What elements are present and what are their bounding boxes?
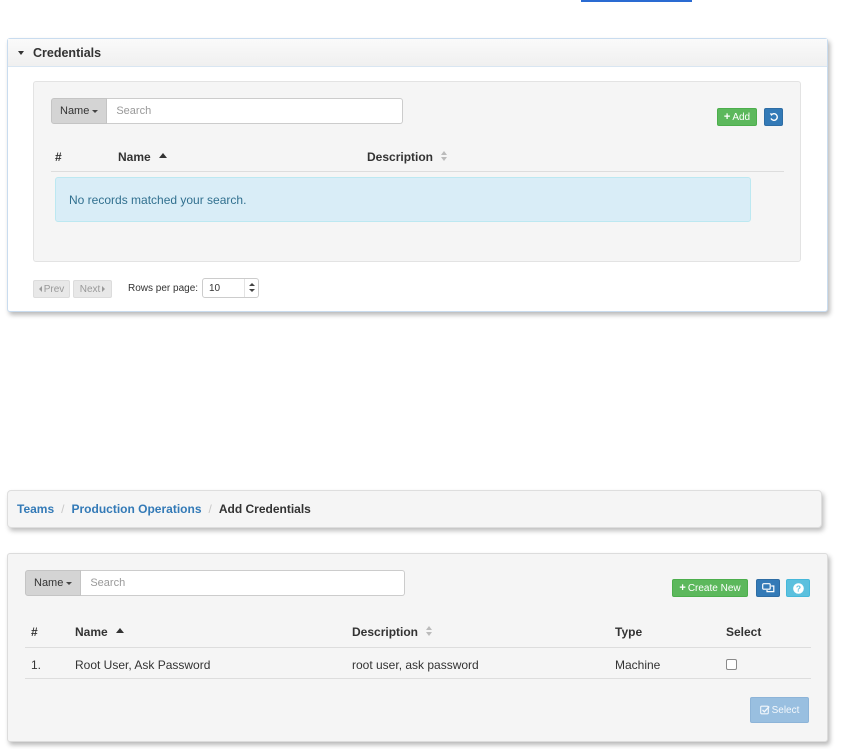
create-new-label: Create New xyxy=(687,582,741,594)
empty-message: No records matched your search. xyxy=(69,192,247,207)
credential-selection-panel: Name + Create New ? # Name Description T… xyxy=(7,553,828,742)
create-new-button[interactable]: + Create New xyxy=(672,579,748,597)
header-divider xyxy=(51,171,784,172)
search-filter-dropdown[interactable]: Name xyxy=(25,570,82,596)
next-page-button[interactable]: Next xyxy=(73,280,112,298)
select-label: Select xyxy=(771,704,800,716)
credentials-panel: Credentials Name + Add # Name Descriptio… xyxy=(7,38,828,312)
column-header-description[interactable]: Description xyxy=(352,625,434,639)
search-group: Name xyxy=(51,98,404,124)
rows-per-page-value: 10 xyxy=(209,283,221,294)
select-arrows-icon xyxy=(244,279,258,297)
column-header-name[interactable]: Name xyxy=(75,625,124,639)
add-label: Add xyxy=(732,111,751,123)
chat-button[interactable] xyxy=(756,579,780,597)
caret-down-icon xyxy=(66,581,73,585)
prev-label: Prev xyxy=(43,283,65,295)
breadcrumb-team-link[interactable]: Production Operations xyxy=(71,502,201,516)
chevron-left-icon xyxy=(38,286,42,292)
row-number: 1. xyxy=(31,658,42,672)
search-input[interactable] xyxy=(81,570,406,596)
column-header-select: Select xyxy=(726,625,762,639)
column-description-label: Description xyxy=(367,150,434,164)
refresh-button[interactable] xyxy=(764,108,783,126)
caret-down-icon xyxy=(92,109,99,113)
check-square-icon xyxy=(759,705,770,715)
column-description-label: Description xyxy=(352,625,419,639)
search-filter-dropdown[interactable]: Name xyxy=(51,98,108,124)
column-header-name[interactable]: Name xyxy=(118,150,167,164)
column-header-type: Type xyxy=(615,625,643,639)
breadcrumb-separator: / xyxy=(208,502,212,516)
add-button[interactable]: + Add xyxy=(717,108,757,126)
column-header-number: # xyxy=(31,625,38,639)
sort-ascending-icon xyxy=(115,628,124,633)
sort-neutral-icon xyxy=(441,151,449,161)
row-name: Root User, Ask Password xyxy=(75,658,211,672)
column-name-label: Name xyxy=(118,150,151,164)
filter-label: Name xyxy=(60,105,90,117)
empty-results-alert: No records matched your search. xyxy=(55,177,751,222)
panel-title: Credentials xyxy=(33,46,102,60)
column-header-description[interactable]: Description xyxy=(367,150,449,164)
breadcrumb-current: Add Credentials xyxy=(218,502,311,516)
search-group: Name xyxy=(25,570,406,596)
credentials-list-well: Name + Add # Name Description No records… xyxy=(33,81,801,262)
sort-ascending-icon xyxy=(158,153,167,158)
column-name-label: Name xyxy=(75,625,108,639)
collapse-caret-icon[interactable] xyxy=(18,51,24,55)
select-button[interactable]: Select xyxy=(750,697,809,723)
rows-per-page-select[interactable]: 10 xyxy=(202,278,259,298)
svg-text:?: ? xyxy=(795,583,800,593)
sort-neutral-icon xyxy=(426,626,434,636)
prev-page-button[interactable]: Prev xyxy=(33,280,70,298)
row-select-checkbox[interactable] xyxy=(726,659,737,670)
chevron-right-icon xyxy=(102,286,106,292)
breadcrumb-teams-link[interactable]: Teams xyxy=(17,502,54,516)
rows-per-page-label: Rows per page: xyxy=(128,283,199,294)
row-divider xyxy=(25,678,811,679)
chat-bubbles-icon xyxy=(761,583,774,593)
plus-icon: + xyxy=(723,111,731,123)
filter-label: Name xyxy=(34,577,64,589)
top-link-underline[interactable] xyxy=(581,0,692,2)
row-description: root user, ask password xyxy=(352,658,479,672)
question-icon: ? xyxy=(792,582,804,594)
credentials-panel-header[interactable]: Credentials xyxy=(8,39,827,67)
breadcrumb-separator: / xyxy=(61,502,65,516)
refresh-icon xyxy=(769,113,778,121)
next-label: Next xyxy=(79,283,101,295)
plus-icon: + xyxy=(679,582,686,594)
header-divider xyxy=(25,647,811,648)
column-header-number: # xyxy=(55,150,62,164)
help-button[interactable]: ? xyxy=(786,579,810,597)
breadcrumb: Teams / Production Operations / Add Cred… xyxy=(7,490,822,528)
search-input[interactable] xyxy=(107,98,404,124)
row-type: Machine xyxy=(615,658,661,672)
